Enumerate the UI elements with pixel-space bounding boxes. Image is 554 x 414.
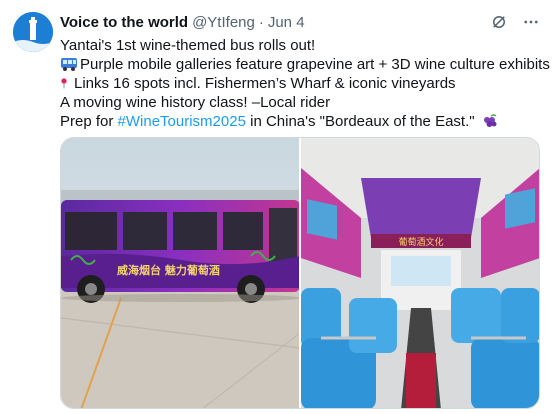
tweet-line-5: Prep for #WineTourism2025 in China's "Bo… — [60, 112, 544, 131]
bus-exterior-photo[interactable]: 威海烟台 魅力葡萄酒 — [61, 138, 299, 408]
tweet-line-2: Purple mobile galleries feature grapevin… — [60, 55, 550, 74]
bus-banner-text: 威海烟台 魅力葡萄酒 — [117, 263, 220, 277]
grapes-emoji — [483, 114, 497, 127]
header-separator: · — [258, 14, 264, 31]
tweet-text: Yantai's 1st wine-themed bus rolls out! … — [60, 36, 550, 131]
tweet-line-3: Links 16 spots incl. Fishermen’s Wharf &… — [60, 74, 544, 93]
author-display-name[interactable]: Voice to the world — [60, 13, 188, 33]
interior-banner-text: 葡萄酒文化 — [398, 236, 443, 248]
avatar[interactable] — [13, 12, 53, 52]
header-actions — [490, 13, 540, 31]
tweet-header: Voice to the world @YtIfeng · Jun 4 — [60, 13, 540, 33]
tweet-date[interactable]: Jun 4 — [268, 13, 305, 33]
tweet-line-3-text: Links 16 spots incl. Fishermen’s Wharf &… — [74, 75, 456, 92]
bus-interior-photo[interactable]: 葡萄酒文化 — [301, 138, 539, 408]
hashtag-link[interactable]: #WineTourism2025 — [118, 113, 246, 130]
more-options-icon[interactable] — [522, 13, 540, 31]
bus-emoji — [61, 58, 77, 71]
author-handle[interactable]: @YtIfeng — [192, 13, 255, 33]
tweet-line-1: Yantai's 1st wine-themed bus rolls out! — [60, 37, 316, 54]
tweet-line-5-suffix: in China's "Bordeaux of the East." — [245, 113, 475, 130]
grok-icon[interactable] — [490, 13, 508, 31]
tweet-line-2-text: Purple mobile galleries feature grapevin… — [80, 56, 550, 73]
media-grid: 威海烟台 魅力葡萄酒 葡萄酒文化 — [60, 137, 540, 409]
tweet-line-4: A moving wine history class! –Local ride… — [60, 94, 331, 111]
tweet-line-5-prefix: Prep for — [60, 113, 118, 130]
round-pushpin-emoji — [61, 78, 67, 89]
lighthouse-avatar-icon — [13, 12, 53, 52]
